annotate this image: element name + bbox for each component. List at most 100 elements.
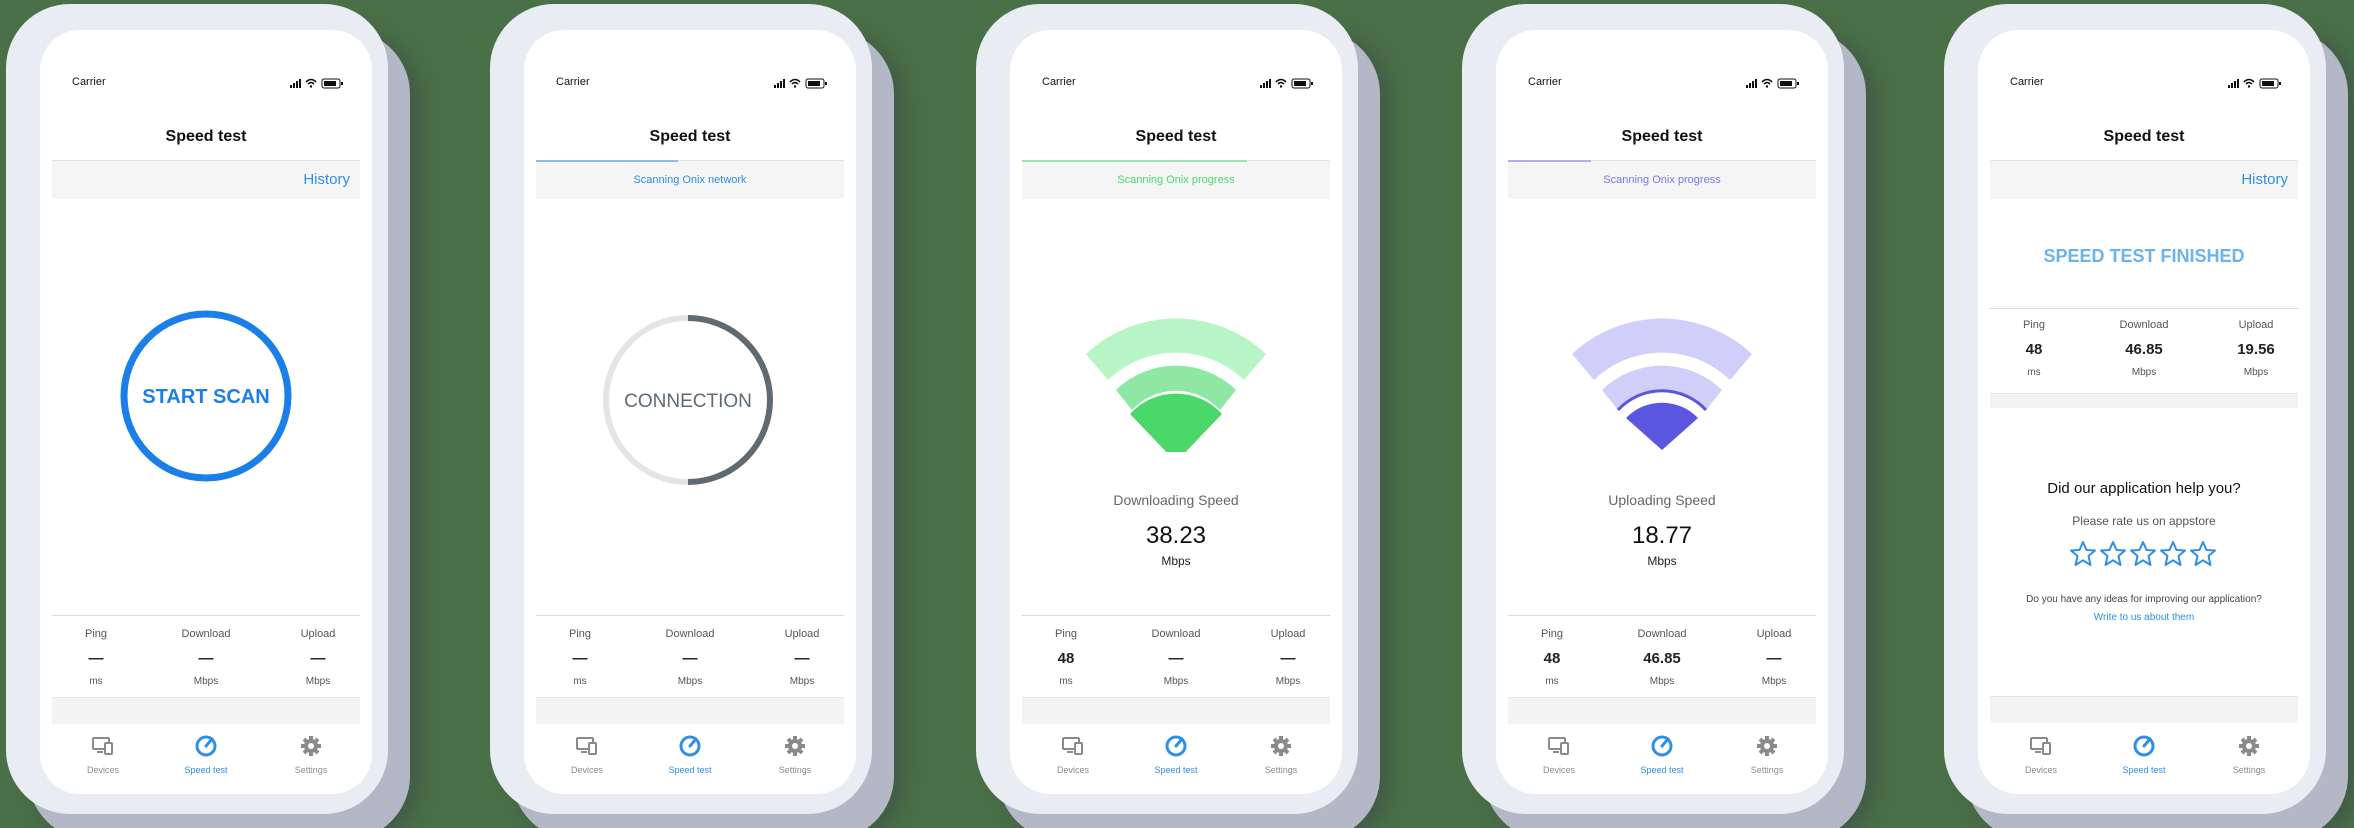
- tab-settings[interactable]: Settings: [750, 734, 840, 775]
- speed-label: Downloading Speed: [1113, 492, 1239, 508]
- connection-indicator: CONNECTION: [603, 315, 773, 485]
- ideas-question: Do you have any ideas for improving our …: [2026, 594, 2262, 605]
- tab-devices-label: Devices: [86, 765, 119, 775]
- upload-unit: Mbps: [1275, 676, 1301, 687]
- scan-progress-bar: [536, 160, 678, 162]
- upload-label: Upload: [1270, 628, 1306, 640]
- tab-speed-test[interactable]: Speed test: [2099, 734, 2189, 775]
- page-title: Speed test: [1621, 128, 1703, 145]
- tab-devices[interactable]: Devices: [1514, 734, 1604, 775]
- ping-unit: ms: [2027, 367, 2041, 378]
- write-to-us-link[interactable]: Write to us about them: [1978, 612, 2310, 623]
- upload-stat: Upload — Mbps: [278, 628, 358, 687]
- tab-bar: Devices Speed test Settings: [1496, 724, 1828, 794]
- star-2-icon[interactable]: [2100, 541, 2126, 566]
- stats-panel: Ping 48 ms Download 46.85 Mbps Upload — Mbps: [1508, 615, 1816, 724]
- upload-value: —: [1280, 650, 1296, 667]
- tab-speed-test[interactable]: Speed test: [645, 734, 735, 775]
- tab-settings[interactable]: Settings: [266, 734, 356, 775]
- star-5-icon[interactable]: [2190, 541, 2216, 566]
- star-1-icon[interactable]: [2070, 541, 2096, 566]
- download-unit: Mbps: [193, 676, 219, 687]
- upload-label: Upload: [1756, 628, 1792, 640]
- carrier-label: Carrier: [1042, 76, 1076, 88]
- download-label: Download: [1637, 628, 1687, 640]
- start-scan-button[interactable]: START SCAN: [116, 306, 296, 486]
- tab-devices-label: Devices: [2024, 765, 2057, 775]
- ping-unit: ms: [1545, 676, 1559, 687]
- status-bar: Carrier: [524, 76, 856, 96]
- speed-label: Uploading Speed: [1608, 492, 1716, 508]
- download-stat: Download — Mbps: [166, 628, 246, 687]
- page-title: Speed test: [649, 128, 731, 145]
- tab-devices[interactable]: Devices: [542, 734, 632, 775]
- footer-band: [1990, 696, 2298, 723]
- phone-connection: Carrier Speed test Scanning Onix network…: [490, 4, 872, 814]
- tab-speed-test[interactable]: Speed test: [1617, 734, 1707, 775]
- download-value: —: [198, 650, 214, 667]
- ping-label: Ping: [1054, 628, 1078, 640]
- tab-speed-test-label: Speed test: [1154, 765, 1198, 775]
- carrier-label: Carrier: [2010, 76, 2044, 88]
- phone-start-scan: Carrier Speed test History START SCAN Pi…: [6, 4, 388, 814]
- ping-value: —: [88, 650, 104, 667]
- wifi-download-icon: [1086, 318, 1266, 452]
- star-rating[interactable]: [1978, 540, 2310, 573]
- history-link[interactable]: History: [2241, 171, 2288, 188]
- tab-settings[interactable]: Settings: [1236, 734, 1326, 775]
- sub-header: Scanning Onix progress: [1022, 160, 1330, 199]
- ping-stat: Ping 48 ms: [1994, 319, 2074, 378]
- tab-bar: Devices Speed test Settings: [524, 724, 856, 794]
- star-4-icon[interactable]: [2160, 541, 2186, 566]
- devices-icon: [576, 737, 597, 755]
- ping-value: —: [572, 650, 588, 667]
- tab-speed-test-label: Speed test: [2122, 765, 2166, 775]
- upload-unit: Mbps: [1761, 676, 1787, 687]
- download-unit: Mbps: [1163, 676, 1189, 687]
- upload-label: Upload: [784, 628, 820, 640]
- download-label: Download: [1151, 628, 1201, 640]
- scanning-status: Scanning Onix progress: [1117, 174, 1235, 186]
- download-label: Download: [2119, 319, 2169, 331]
- ping-stat: Ping — ms: [540, 628, 620, 687]
- download-value: 46.85: [1643, 650, 1681, 667]
- history-link[interactable]: History: [303, 171, 350, 188]
- status-bar: Carrier: [1978, 76, 2310, 96]
- download-label: Download: [181, 628, 231, 640]
- upload-value: 19.56: [2237, 341, 2275, 358]
- status-bar: Carrier: [1496, 76, 1828, 96]
- devices-icon: [2030, 737, 2051, 755]
- tab-speed-test[interactable]: Speed test: [161, 734, 251, 775]
- phone-finished: Carrier Speed test History SPEED TEST FI…: [1944, 4, 2326, 814]
- upload-label: Upload: [300, 628, 336, 640]
- gear-icon: [1271, 736, 1291, 756]
- download-stat: Download — Mbps: [650, 628, 730, 687]
- carrier-label: Carrier: [72, 76, 106, 88]
- ping-value: 48: [2025, 341, 2043, 358]
- download-value: —: [682, 650, 698, 667]
- sub-header: Scanning Onix network: [536, 160, 844, 199]
- tab-settings[interactable]: Settings: [1722, 734, 1812, 775]
- tab-devices-label: Devices: [570, 765, 603, 775]
- ping-unit: ms: [89, 676, 103, 687]
- upload-stat: Upload — Mbps: [1248, 628, 1328, 687]
- tab-devices[interactable]: Devices: [1996, 734, 2086, 775]
- tab-devices[interactable]: Devices: [1028, 734, 1118, 775]
- upload-unit: Mbps: [305, 676, 331, 687]
- upload-unit: Mbps: [2243, 367, 2269, 378]
- tab-bar: Devices Speed test Settings: [1978, 724, 2310, 794]
- sub-header: History: [1990, 160, 2298, 199]
- upload-value: —: [794, 650, 810, 667]
- screen: Carrier Speed test Scanning Onix network…: [524, 30, 856, 794]
- star-3-icon[interactable]: [2130, 541, 2156, 566]
- results-footer: [1990, 393, 2298, 408]
- tab-devices[interactable]: Devices: [58, 734, 148, 775]
- tab-settings-label: Settings: [778, 765, 812, 775]
- finished-title: SPEED TEST FINISHED: [2043, 246, 2245, 266]
- ping-stat: Ping 48 ms: [1026, 628, 1106, 687]
- stats-panel: Ping — ms Download — Mbps Upload — Mbps: [536, 615, 844, 724]
- ping-label: Ping: [84, 628, 108, 640]
- tab-settings[interactable]: Settings: [2204, 734, 2294, 775]
- speedometer-icon: [1651, 735, 1673, 757]
- tab-speed-test[interactable]: Speed test: [1131, 734, 1221, 775]
